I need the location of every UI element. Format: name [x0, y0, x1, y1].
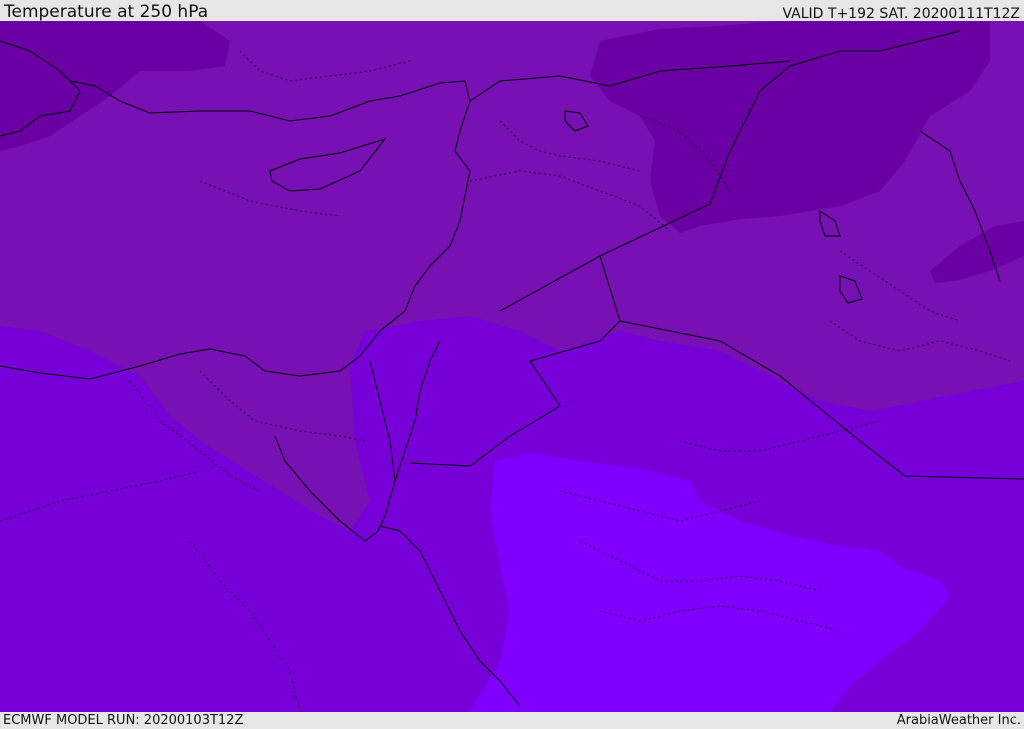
temperature-map[interactable]: [0, 21, 1024, 712]
map-window: Temperature at 250 hPa VALID T+192 SAT. …: [0, 0, 1024, 729]
map-title: Temperature at 250 hPa: [4, 2, 209, 22]
valid-time: VALID T+192 SAT. 20200111T12Z: [782, 6, 1020, 22]
footer-bar: ECMWF MODEL RUN: 20200103T12Z ArabiaWeat…: [0, 712, 1024, 729]
header-bar: Temperature at 250 hPa VALID T+192 SAT. …: [0, 0, 1024, 22]
model-run: ECMWF MODEL RUN: 20200103T12Z: [3, 713, 244, 728]
credit: ArabiaWeather Inc.: [896, 713, 1021, 728]
